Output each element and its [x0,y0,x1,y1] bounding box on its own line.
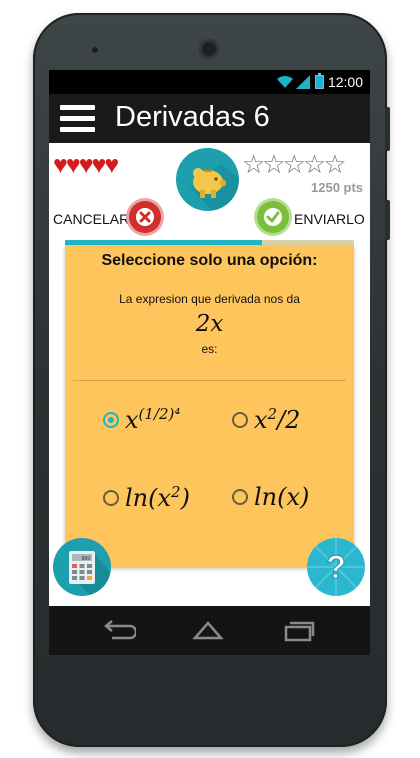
volume-button [385,107,390,151]
radio-button[interactable] [103,489,119,506]
back-icon[interactable] [102,618,136,642]
rating-stars: ☆☆☆☆☆ [242,149,347,179]
lives-hearts: ♥♥♥♥♥ [53,151,119,179]
radio-button[interactable] [232,411,248,428]
option-label: x(1/2)⁴ [125,405,181,434]
signal-icon [296,75,310,89]
calculator-display: 889 [82,556,91,562]
divider [73,380,346,381]
option-label: ln(x2) [125,483,190,512]
option-2[interactable]: x2/2 [232,405,300,434]
recent-apps-icon[interactable] [282,618,316,642]
radio-button[interactable] [232,489,248,505]
calculator-button[interactable]: 889 [53,538,111,596]
cancel-button[interactable] [129,201,161,233]
option-4[interactable]: ln(x) [232,483,309,511]
calculator-icon: 889 [69,551,111,596]
question-suffix: es: [201,342,218,356]
help-glyph: ? [326,549,346,585]
close-icon [136,208,154,226]
send-label[interactable]: ENVIARLO [294,211,365,227]
question-expression: 2x [195,311,224,337]
menu-icon[interactable] [60,105,95,133]
app-bar: Derivadas 6 [49,94,370,143]
status-time: 12:00 [327,74,363,90]
page-title: Derivadas 6 [115,101,270,133]
question-prompt: La expresion que derivada nos da [119,292,300,306]
home-icon[interactable] [191,618,225,642]
nav-bar [49,606,370,655]
screen: 12:00 Derivadas 6 ♥♥♥♥♥ ☆☆☆☆☆ 1250 pts C… [49,70,370,655]
radio-button[interactable] [103,411,119,428]
question-card: Seleccione solo una opción: La expresion… [65,245,354,567]
option-1[interactable]: x(1/2)⁴ [103,405,180,434]
power-button [385,200,390,240]
status-bar: 12:00 [49,70,370,94]
battery-icon [315,73,324,89]
piggy-bank-icon[interactable] [176,148,239,211]
send-button[interactable] [257,201,289,233]
cancel-label[interactable]: CANCELAR [53,211,129,227]
option-label: ln(x) [254,483,310,511]
points-label: 1250 pts [311,180,364,195]
option-label: x2/2 [254,405,301,434]
question-mark-icon: ? [307,538,365,596]
main-content: ♥♥♥♥♥ ☆☆☆☆☆ 1250 pts CANCELAR ENVIARLO S… [49,143,370,606]
front-camera [199,39,219,59]
help-button[interactable]: ? [307,538,365,596]
check-icon [264,208,282,226]
option-3[interactable]: ln(x2) [103,483,190,512]
question-title: Seleccione solo una opción: [101,252,318,269]
speaker-dot [92,47,98,53]
wifi-icon [277,75,293,88]
